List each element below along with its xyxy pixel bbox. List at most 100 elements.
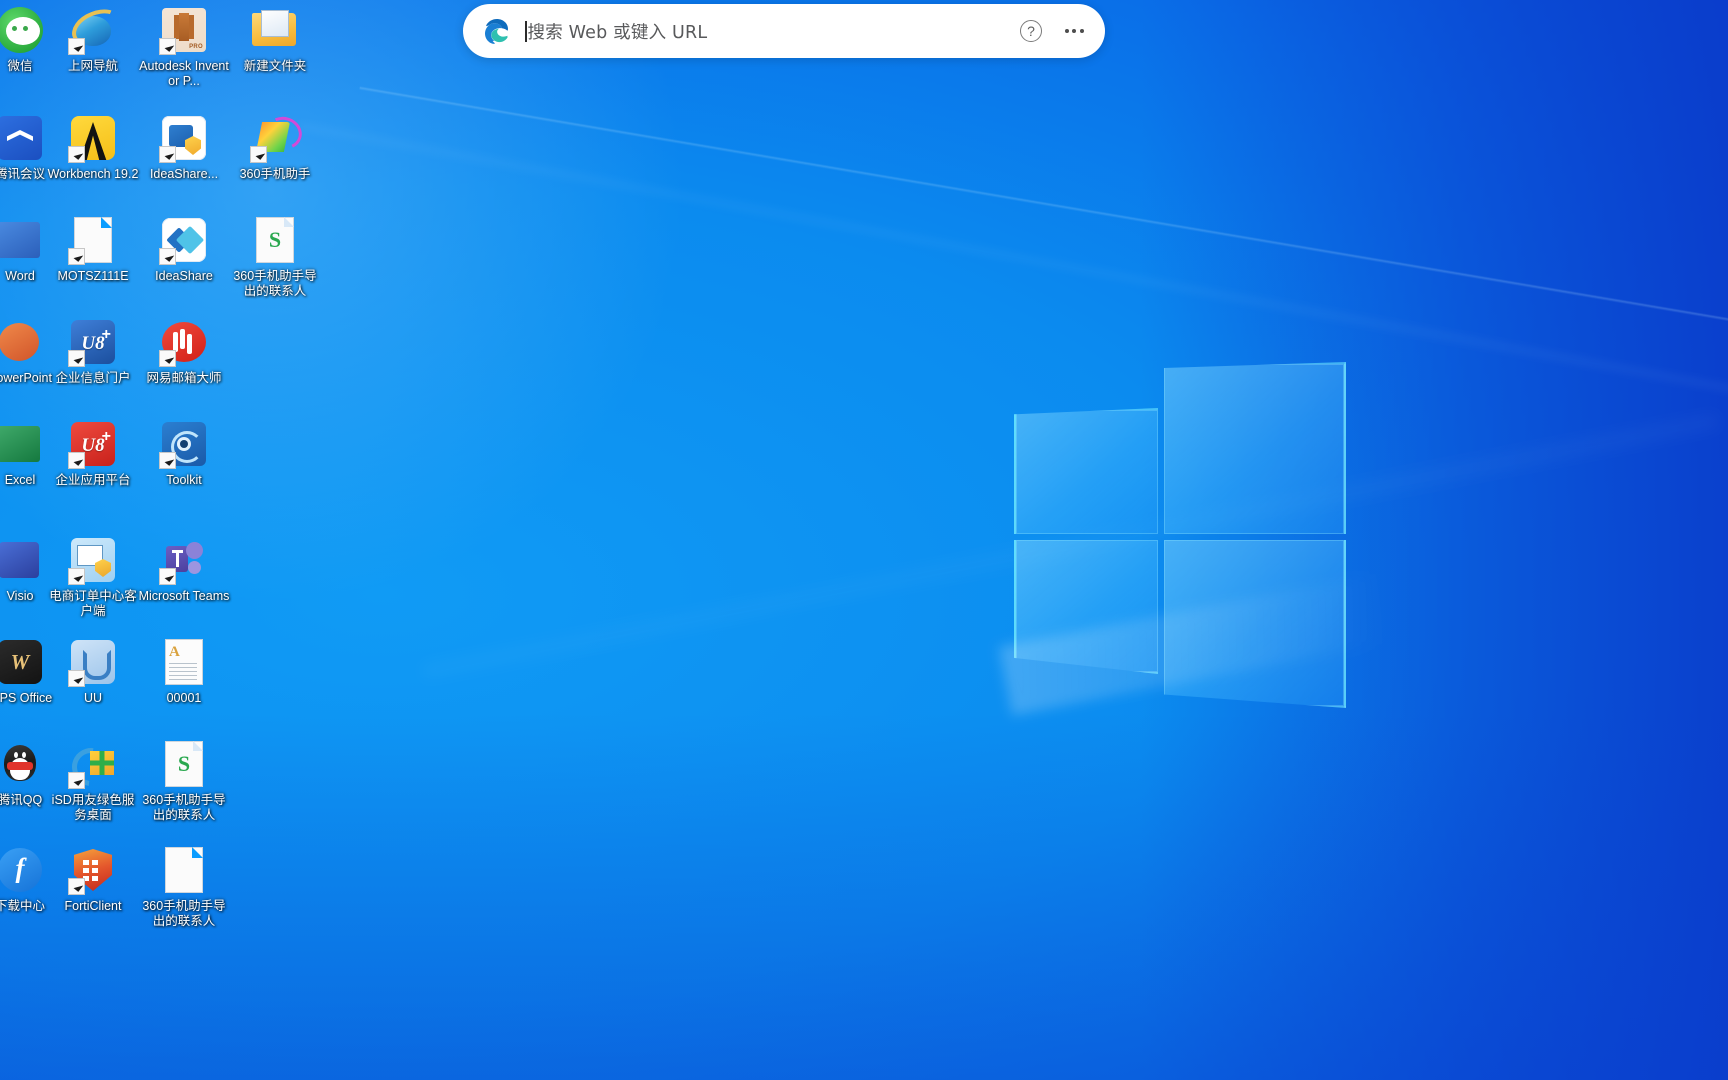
question-mark-icon: ? [1020,20,1042,42]
desktop-icon[interactable]: FortiClient [47,846,139,914]
u8-enterprise-portal-icon [68,318,117,367]
windows-logo-icon [998,360,1386,716]
logo-pane-top-left [1014,408,1158,534]
ecommerce-order-center-icon [68,536,117,585]
shortcut-arrow-icon [68,452,85,469]
qq-scarf [7,762,33,770]
rtf-document-icon-art [165,639,203,685]
ideashare-icon [159,216,208,265]
microsoft-word-icon [0,216,44,264]
shortcut-arrow-icon [68,350,85,367]
desktop-icon-label: 360手机助手导出的联系人 [233,269,317,298]
microsoft-powerpoint-icon [0,318,44,366]
shortcut-arrow-icon [250,146,267,163]
desktop-icon-label: Toolkit [166,473,202,487]
tencent-meeting-icon-art [0,116,42,160]
desktop-icon[interactable]: Toolkit [138,420,230,488]
shortcut-arrow-icon [159,568,176,585]
desktop-icon[interactable]: iSD用友绿色服务桌面 [47,740,139,823]
desktop-icon-label: IdeaShare... [149,167,219,181]
desktop-icon[interactable]: Autodesk Inventor P... [138,6,230,89]
360-mobile-assistant-icon [250,114,299,163]
desktop-icon-label: IdeaShare [155,269,213,283]
desktop-icon-label: 360手机助手 [239,167,311,181]
desktop-icon-label: WPS Office [0,691,53,705]
desktop-icon[interactable]: 电商订单中心客户端 [47,536,139,619]
help-button[interactable]: ? [1017,17,1045,45]
desktop-icon-grid: 微信 上网导航 Autodesk Inventor P... 新建文件夹腾讯会议Wor… [0,0,340,1080]
shortcut-arrow-icon [68,146,85,163]
desktop-icon[interactable]: 新建文件夹 [229,6,321,74]
teams-t-glyph [172,550,183,567]
shortcut-arrow-icon [159,248,176,265]
document-file-icon [160,846,208,894]
wechat-icon-art [0,7,43,53]
desktop-icon-label: PowerPoint [0,371,52,385]
desktop-icon-label: 企业信息门户 [55,371,131,385]
microsoft-teams-icon [159,536,208,585]
desktop-icon[interactable]: IdeaShare... [138,114,230,182]
microsoft-visio-icon [0,536,44,584]
microsoft-excel-icon [0,420,44,468]
microsoft-visio-icon-art [0,538,42,582]
edge-search-bar[interactable]: 搜索 Web 或键入 URL ? [463,4,1105,58]
desktop-icon-label: Excel [4,473,36,487]
more-options-button[interactable] [1061,18,1087,44]
desktop-icon[interactable]: IdeaShare [138,216,230,284]
folder-icon [251,6,299,54]
search-input[interactable]: 搜索 Web 或键入 URL [525,4,1017,58]
wps-spreadsheet-icon [160,740,208,788]
desktop-icon[interactable]: 网易邮箱大师 [138,318,230,386]
forticlient-icon [68,846,117,895]
shortcut-arrow-icon [68,670,85,687]
rtf-document-icon [160,638,208,686]
toolkit-icon [159,420,208,469]
desktop-icon-label: UU [83,691,103,705]
netease-mail-master-icon [159,318,208,367]
shortcut-arrow-icon [68,38,85,55]
document-file-icon [68,216,117,265]
desktop-icon-label: 360手机助手导出的联系人 [142,793,226,822]
desktop-icon-label: 企业应用平台 [55,473,131,487]
desktop-icon-label: Microsoft Teams [138,589,230,603]
desktop-icon[interactable]: UU [47,638,139,706]
text-caret [525,20,527,42]
edge-logo-icon [483,17,511,45]
desktop-icon-label: 上网导航 [67,59,118,73]
tencent-meeting-icon [0,114,44,162]
desktop-icon-label: Autodesk Inventor P... [139,59,229,88]
autodesk-inventor-icon [159,6,208,55]
ansys-workbench-icon [68,114,117,163]
desktop-icon[interactable]: 企业应用平台 [47,420,139,488]
desktop-icon[interactable]: 上网导航 [47,6,139,74]
wps-office-icon-art [0,640,42,684]
desktop-icon-label: MOTSZ111E [57,269,129,283]
isd-yonyou-desktop-icon [68,740,117,789]
wps-spreadsheet-icon-art [256,217,294,263]
desktop-icon[interactable]: 360手机助手 [229,114,321,182]
desktop-icon[interactable]: 企业信息门户 [47,318,139,386]
desktop-icon[interactable]: 360手机助手导出的联系人 [138,846,230,929]
desktop-icon[interactable]: Workbench 19.2 [47,114,139,182]
desktop-icon-label: Visio [6,589,34,603]
shortcut-arrow-icon [159,146,176,163]
desktop-icon-label: 新建文件夹 [243,59,307,73]
desktop-icon[interactable]: MOTSZ111E [47,216,139,284]
desktop-icon-label: 网易邮箱大师 [146,371,222,385]
desktop-icon[interactable]: 00001 [138,638,230,706]
shortcut-arrow-icon [159,38,176,55]
desktop-icon[interactable]: 360手机助手导出的联系人 [138,740,230,823]
u8-enterprise-platform-icon [68,420,117,469]
wps-office-icon [0,638,44,686]
desktop-icon-label: iSD用友绿色服务桌面 [51,793,135,822]
shortcut-arrow-icon [159,350,176,367]
desktop-icon-label: 腾讯QQ [0,793,43,807]
desktop-icon[interactable]: 360手机助手导出的联系人 [229,216,321,299]
desktop-icon-label: 微信 [7,59,33,73]
desktop-icon-label: 360手机助手导出的联系人 [142,899,226,928]
microsoft-excel-icon-art [0,422,42,466]
desktop-icon-label: 腾讯会议 [0,167,45,181]
flash-download-center-icon-art [0,848,42,892]
desktop-icon[interactable]: Microsoft Teams [138,536,230,604]
tencent-qq-icon-art [0,741,40,787]
